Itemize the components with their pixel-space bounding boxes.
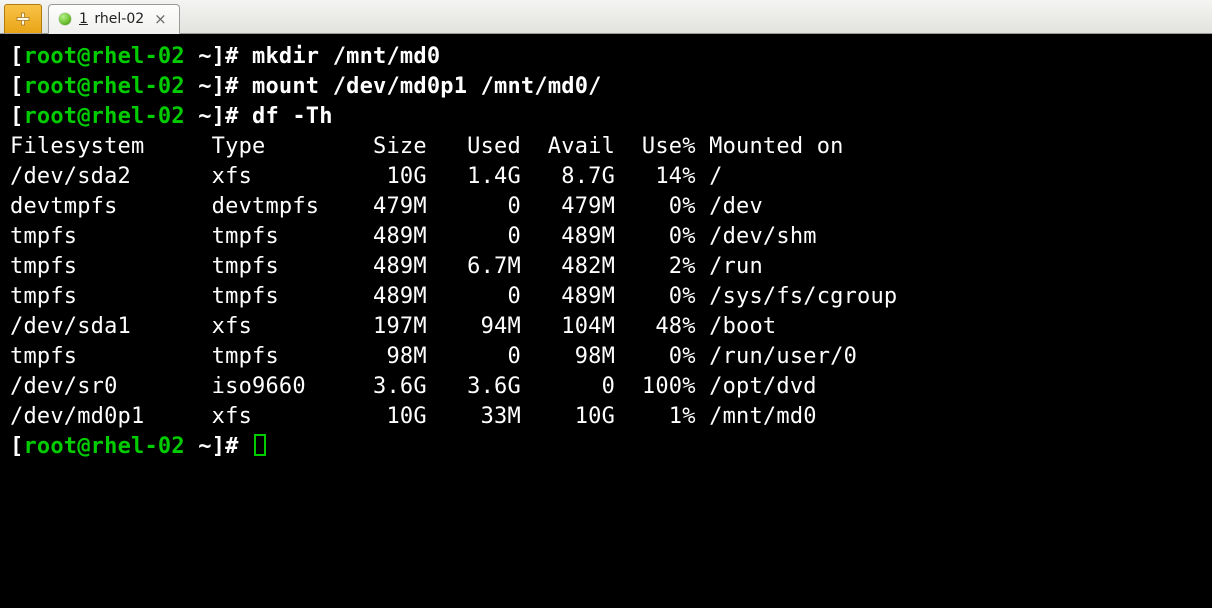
- command-mkdir: mkdir /mnt/md0: [252, 44, 440, 69]
- status-icon: [59, 13, 71, 25]
- tab-rhel-02[interactable]: 1 rhel-02 ×: [48, 4, 180, 34]
- command-df: df -Th: [252, 104, 333, 129]
- new-tab-button[interactable]: [4, 4, 42, 33]
- tab-index: 1: [79, 11, 88, 27]
- terminal[interactable]: [root@rhel-02 ~]# mkdir /mnt/md0 [root@r…: [0, 34, 1212, 608]
- terminal-output: [root@rhel-02 ~]# mkdir /mnt/md0 [root@r…: [10, 42, 1202, 462]
- tab-bar: 1 rhel-02 ×: [0, 0, 1212, 34]
- prompt-line-4: [root@rhel-02 ~]#: [10, 434, 252, 459]
- plus-icon: [15, 11, 31, 27]
- tab-title: 1 rhel-02: [79, 11, 144, 27]
- prompt-line-2: [root@rhel-02 ~]# mount /dev/md0p1 /mnt/…: [10, 74, 602, 99]
- tab-title-text: rhel-02: [94, 11, 144, 27]
- prompt-line-3: [root@rhel-02 ~]# df -Th: [10, 104, 333, 129]
- command-mount: mount /dev/md0p1 /mnt/md0/: [252, 74, 602, 99]
- tab-close-button[interactable]: ×: [152, 10, 169, 28]
- prompt-line-1: [root@rhel-02 ~]# mkdir /mnt/md0: [10, 44, 440, 69]
- df-output: Filesystem Type Size Used Avail Use% Mou…: [10, 134, 897, 429]
- cursor: [254, 434, 266, 456]
